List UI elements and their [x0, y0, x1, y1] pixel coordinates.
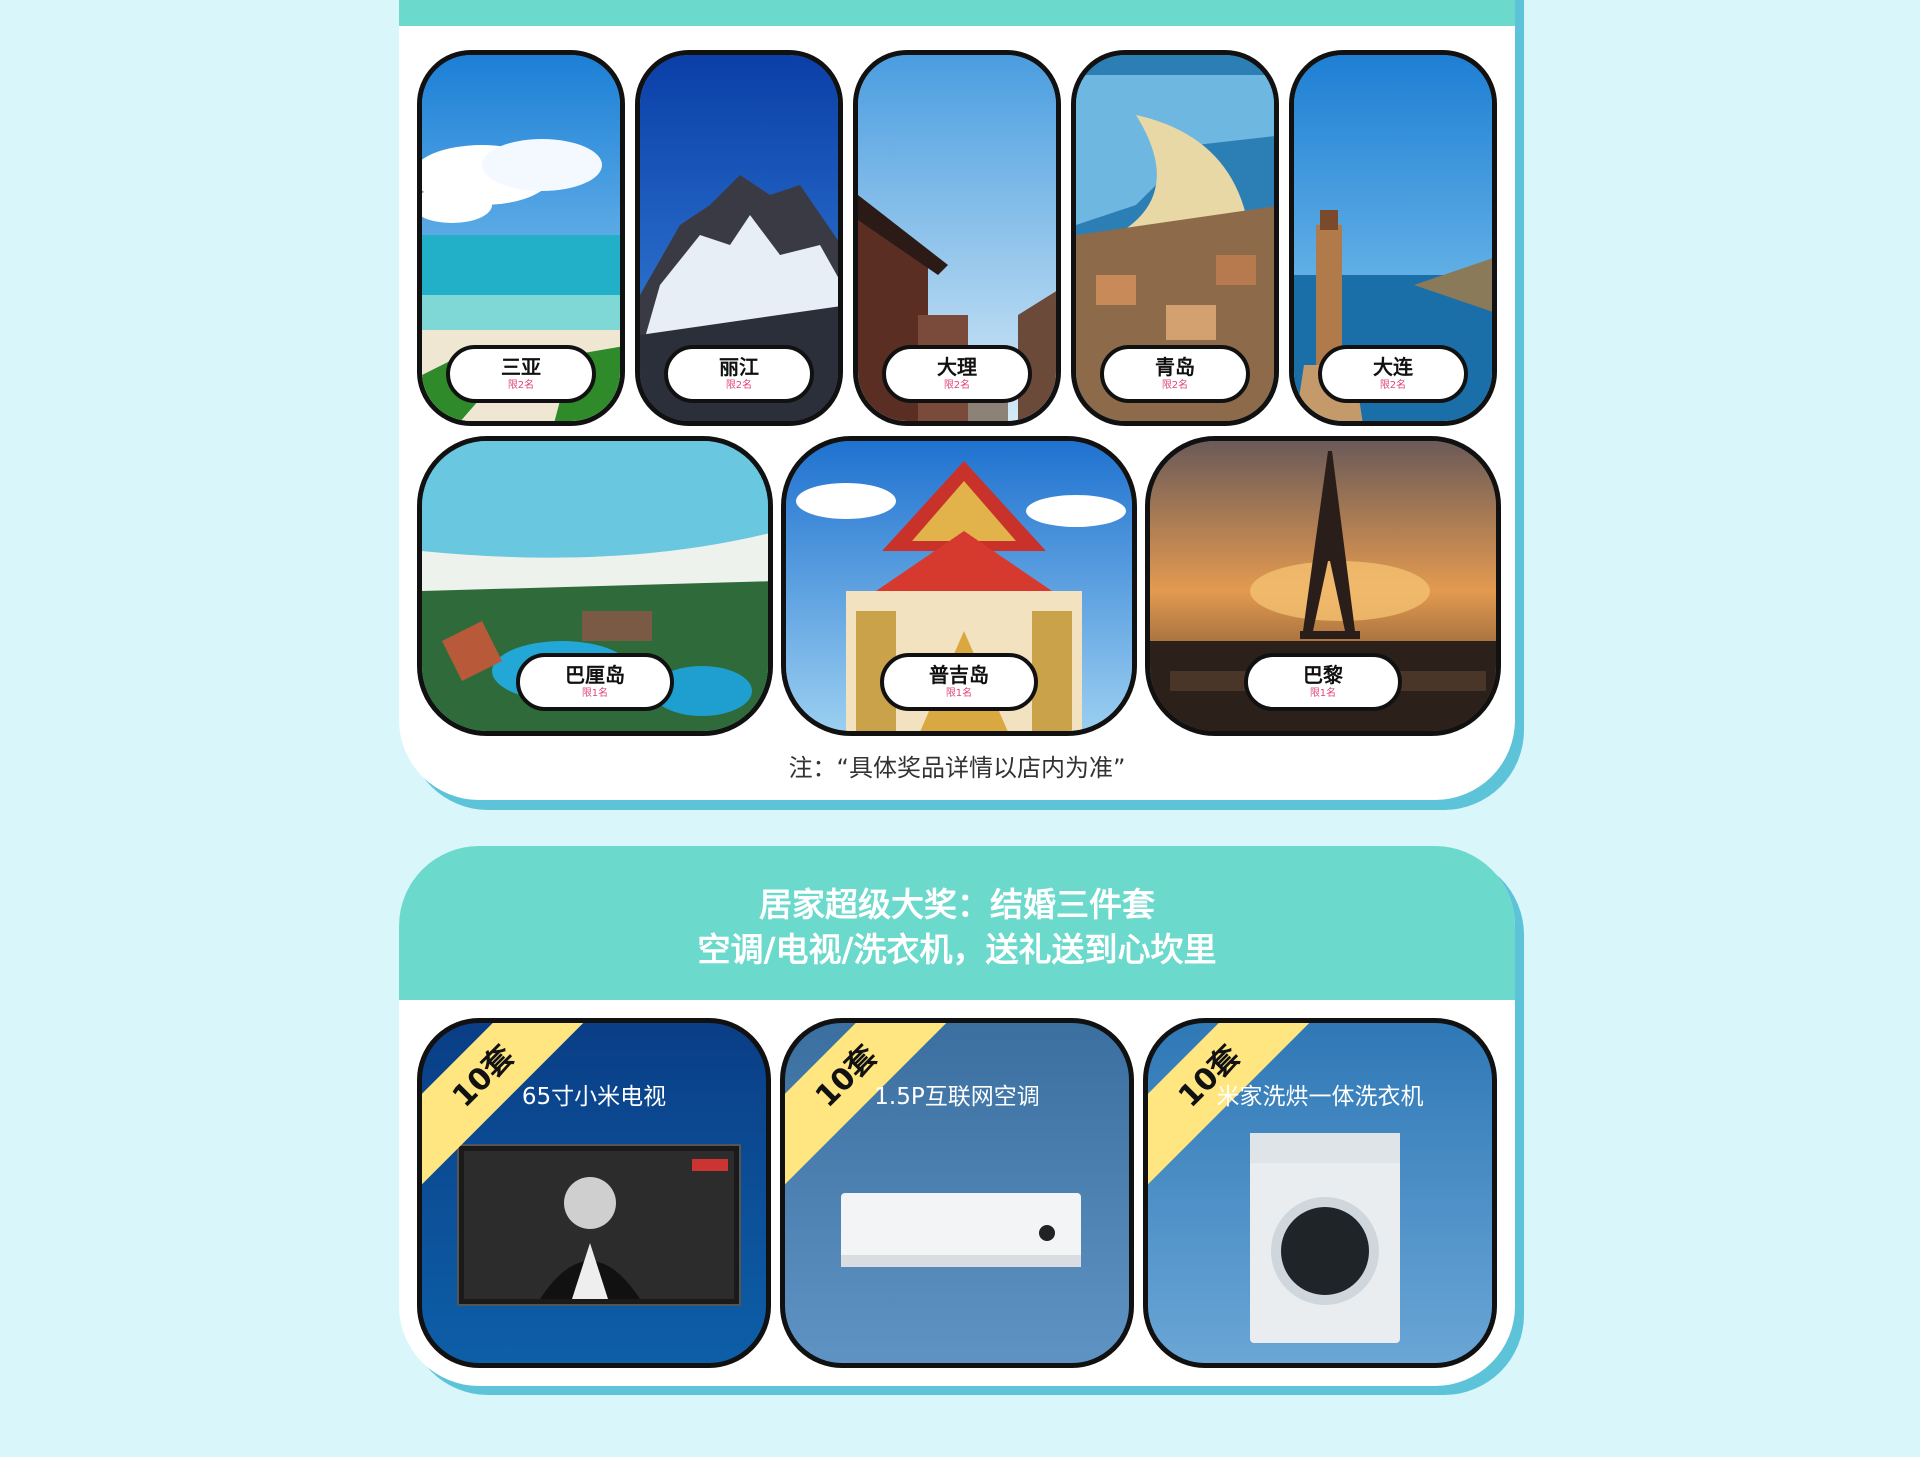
destination-quota: 限2名: [507, 380, 535, 391]
destination-name: 巴厘岛: [565, 663, 625, 687]
destination-label: 巴黎 限1名: [1244, 653, 1402, 711]
destination-quota: 限2名: [1379, 380, 1407, 391]
destination-name: 巴黎: [1303, 663, 1343, 687]
prize-title: 米家洗烘一体洗衣机: [1216, 1084, 1424, 1110]
page: 三亚 限2名 丽江 限2名 大理 限2名 青岛 限2名 大连 限2名 巴厘岛 限…: [0, 0, 1920, 1457]
prize-card-tv[interactable]: 10套 65寸小米电视: [417, 1018, 771, 1368]
destination-tile-lijiang[interactable]: 丽江 限2名: [635, 50, 843, 426]
destination-tile-qingdao[interactable]: 青岛 限2名: [1071, 50, 1279, 426]
prize-card-washing-machine[interactable]: 10套 米家洗烘一体洗衣机: [1143, 1018, 1497, 1368]
travel-card-header-band: [399, 0, 1515, 26]
prize-title: 65寸小米电视: [521, 1084, 667, 1110]
destination-label: 丽江 限2名: [664, 345, 814, 403]
travel-card: 三亚 限2名 丽江 限2名 大理 限2名 青岛 限2名 大连 限2名 巴厘岛 限…: [399, 0, 1515, 800]
home-prizes-title: 居家超级大奖：结婚三件套: [759, 885, 1155, 924]
disclaimer-note: 注：“具体奖品详情以店内为准”: [788, 754, 1126, 782]
destination-tile-dali[interactable]: 大理 限2名: [853, 50, 1061, 426]
home-prizes-header: 居家超级大奖：结婚三件套 空调/电视/洗衣机，送礼送到心坎里: [399, 846, 1515, 1000]
prize-title: 1.5P互联网空调: [874, 1084, 1040, 1110]
prize-card-air-conditioner[interactable]: 10套 1.5P互联网空调: [780, 1018, 1134, 1368]
destination-name: 三亚: [501, 355, 541, 379]
destination-quota: 限1名: [1309, 688, 1337, 699]
destination-name: 普吉岛: [929, 663, 989, 687]
destination-label: 巴厘岛 限1名: [516, 653, 674, 711]
destination-tile-dalian[interactable]: 大连 限2名: [1289, 50, 1497, 426]
destination-tile-bali[interactable]: 巴厘岛 限1名: [417, 436, 773, 736]
destination-tile-paris[interactable]: 巴黎 限1名: [1145, 436, 1501, 736]
home-prizes-card: 居家超级大奖：结婚三件套 空调/电视/洗衣机，送礼送到心坎里 10套 65寸小米…: [399, 846, 1515, 1386]
destination-label: 青岛 限2名: [1100, 345, 1250, 403]
destination-name: 青岛: [1155, 355, 1195, 379]
destination-name: 大连: [1373, 355, 1413, 379]
destination-quota: 限2名: [725, 380, 753, 391]
destination-quota: 限2名: [1161, 380, 1189, 391]
destination-label: 大理 限2名: [882, 345, 1032, 403]
destination-label: 大连 限2名: [1318, 345, 1468, 403]
destination-tile-sanya[interactable]: 三亚 限2名: [417, 50, 625, 426]
destination-label: 三亚 限2名: [446, 345, 596, 403]
destination-name: 大理: [937, 355, 977, 379]
destination-quota: 限1名: [581, 688, 609, 699]
home-prizes-subtitle: 空调/电视/洗衣机，送礼送到心坎里: [697, 930, 1217, 969]
destination-quota: 限1名: [945, 688, 973, 699]
destination-label: 普吉岛 限1名: [880, 653, 1038, 711]
destination-name: 丽江: [719, 355, 759, 379]
destination-tile-phuket[interactable]: 普吉岛 限1名: [781, 436, 1137, 736]
destination-quota: 限2名: [943, 380, 971, 391]
